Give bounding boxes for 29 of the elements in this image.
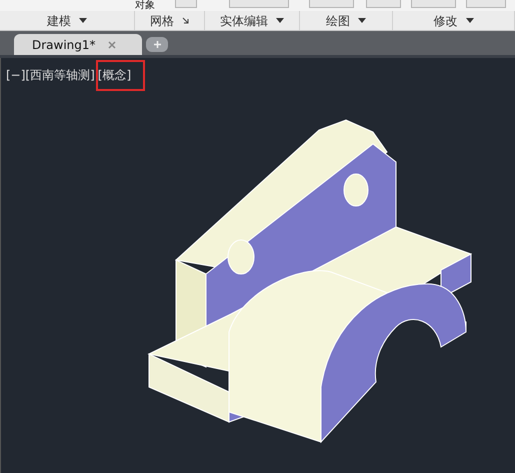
ribbon-button[interactable] xyxy=(229,0,289,8)
panel-title[interactable]: 绘图 xyxy=(300,11,393,30)
viewport-control[interactable]: [−] xyxy=(6,68,26,82)
dialog-launcher-icon[interactable] xyxy=(182,17,189,24)
ribbon-button[interactable] xyxy=(411,0,456,8)
caret-icon xyxy=(466,18,474,23)
caret-icon xyxy=(79,18,87,23)
ribbon-button[interactable] xyxy=(175,0,197,8)
panel-label: 实体编辑 xyxy=(220,12,268,30)
ribbon-button[interactable] xyxy=(366,0,401,8)
panel-label: 建模 xyxy=(47,12,71,30)
panel-label: 网格 xyxy=(150,12,174,30)
ribbon-button[interactable] xyxy=(309,0,354,8)
panel-label: 绘图 xyxy=(326,12,350,30)
plus-icon xyxy=(154,41,160,48)
viewport-control[interactable]: [概念] xyxy=(96,60,146,90)
viewport-control[interactable]: [西南等轴测] xyxy=(25,68,95,82)
ribbon-label: 对象 xyxy=(135,0,156,11)
panel-title[interactable]: 建模 xyxy=(0,11,135,30)
caret-icon xyxy=(276,18,284,23)
panel-title[interactable]: 实体编辑 xyxy=(205,11,300,30)
panel-label: 修改 xyxy=(434,12,458,30)
ribbon-button[interactable] xyxy=(466,0,506,8)
panel-title[interactable]: 网格 xyxy=(135,11,205,30)
panel-title[interactable]: 修改 xyxy=(393,11,515,30)
caret-icon xyxy=(358,18,366,23)
file-tab[interactable]: Drawing1* xyxy=(14,34,142,55)
new-tab-button[interactable] xyxy=(146,37,168,52)
close-icon[interactable] xyxy=(108,40,116,48)
